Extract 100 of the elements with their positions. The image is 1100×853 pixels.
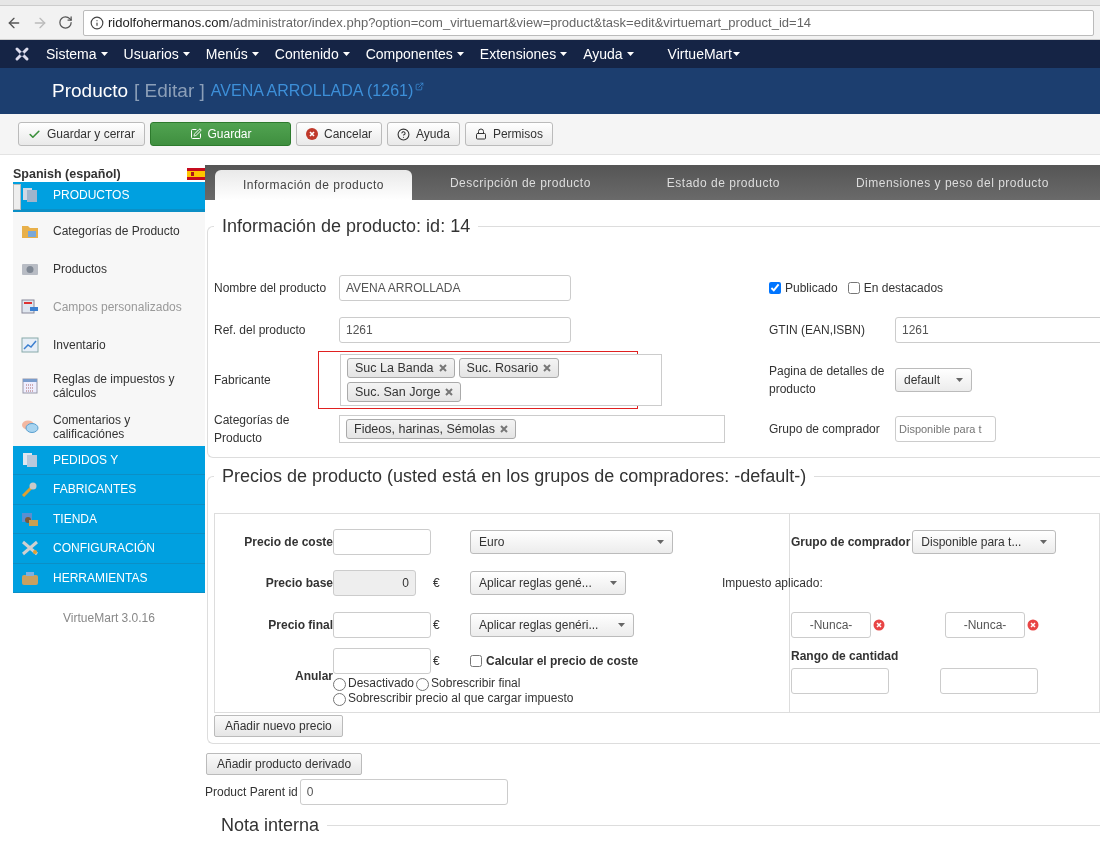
menu-item[interactable]: Usuarios [123,46,190,62]
dropdown[interactable]: Disponible para t... [912,530,1057,554]
date-field[interactable]: -Nunca- [945,612,1025,638]
section-title: Nota interna [221,815,320,836]
caret-icon [956,378,963,382]
field-label: Categorías de Producto [214,412,291,447]
menu-item[interactable]: Ayuda [583,46,634,62]
tag-field[interactable]: Fideos, harinas, Sémolas [339,415,725,443]
page-title: Producto [52,80,129,102]
joomla-logo[interactable] [14,46,30,62]
external-link-icon [415,82,425,91]
toolbox-icon [21,569,39,586]
text-field[interactable] [333,648,431,674]
sidebar-item[interactable]: Inventario [13,325,205,364]
caret-icon [342,52,350,56]
check-icon [28,127,41,141]
page-action: [ Editar ] [134,80,205,102]
clear-icon[interactable] [1027,619,1039,631]
shop-icon [21,510,39,527]
text-field[interactable] [333,612,431,638]
tab[interactable]: Información de producto [215,170,412,200]
field-label: Ref. del producto [214,322,307,339]
tab[interactable]: Descripción de producto [411,165,629,200]
currency-sign: € [433,617,441,634]
dropdown[interactable]: Aplicar reglas gené... [470,571,626,595]
form-icon [21,298,39,315]
add-derived-button[interactable]: Añadir producto derivado [206,753,363,775]
remove-icon[interactable] [543,364,552,372]
field-label: Pagina de detalles de producto [769,363,886,398]
radio-button[interactable] [416,678,430,691]
remove-icon[interactable] [500,425,509,433]
toolbar-button[interactable]: Cancelar [296,122,383,146]
tab[interactable]: Estado de producto [628,165,818,200]
checkbox[interactable] [769,282,781,294]
sidebar-item[interactable]: Comentarios y calificaciónes [13,407,205,446]
dropdown[interactable]: Euro [470,530,673,554]
text-field[interactable]: 1261 [339,317,571,343]
toolbar-button[interactable]: Ayuda [387,122,460,146]
text-field[interactable]: 0 [299,779,508,805]
section-title: Información de producto: id: 14 [221,216,472,237]
sidebar-item[interactable]: Categorías de Producto [13,211,205,250]
radio-button[interactable] [333,693,346,706]
caret-icon [100,52,108,56]
menu-item[interactable]: VirtueMart [667,46,740,62]
section-title: Precios de producto (usted está en los grupos de compradores: -default-) [221,466,808,487]
documents-icon [21,451,39,468]
toolbar-button[interactable]: Guardar y cerrar [18,122,146,146]
checkbox[interactable] [470,655,482,667]
sidebar-item[interactable]: Productos [13,249,205,288]
reload-icon[interactable] [58,15,73,30]
radio-button[interactable] [333,678,346,691]
text-field[interactable] [333,529,431,555]
toolbar-button[interactable]: Permisos [464,122,553,146]
text-field[interactable] [791,668,889,694]
menu-item[interactable]: Extensiones [479,46,568,62]
toolbar-button[interactable]: Guardar [150,122,292,146]
caret-icon [657,540,664,544]
tag-label: Fideos, harinas, Sémolas [354,422,496,436]
collapse-handle[interactable] [13,184,21,210]
currency-sign: € [433,653,441,670]
field-label: Precio final [268,618,333,632]
lock-icon [474,128,487,140]
calendar-icon [21,377,39,394]
info-icon [90,15,104,30]
dropdown[interactable]: Aplicar reglas genéri... [470,613,634,637]
remove-icon[interactable] [445,388,454,396]
sidebar-item[interactable]: Reglas de impuestos y cálculos [13,363,205,408]
caret-icon [182,52,190,56]
menu-item[interactable]: Contenido [274,46,350,62]
flag-icon [187,167,205,180]
menu-item[interactable]: Menús [205,46,259,62]
checkbox[interactable] [847,282,860,294]
text-field[interactable] [940,668,1038,694]
tag-label: Suc. Rosario [466,361,539,375]
field-label: Fabricante [214,372,272,389]
tag-label: Suc La Banda [355,361,434,375]
dropdown[interactable]: default [895,368,972,392]
caret-icon [1040,540,1048,544]
menu-item[interactable]: Componentes [365,46,464,62]
text-field[interactable]: 1261 [895,317,1100,343]
language-label: Spanish (español) [13,166,121,181]
remove-icon[interactable] [438,364,447,372]
tab[interactable]: Dimensiones y peso del producto [817,165,1087,200]
text-field[interactable]: Disponible para t [895,416,996,442]
field-label: Impuesto aplicado: [721,575,823,592]
documents-icon [21,187,39,204]
checkbox-label: Calcular el precio de coste [486,654,639,668]
add-price-button[interactable]: Añadir nuevo precio [214,715,343,737]
text-field[interactable]: AVENA ARROLLADA [339,275,571,301]
address-bar[interactable]: ridolfohermanos.com/administrator/index.php?option=com_virtuemart&view=product&task=edit&virtuemart_product_id=14 [83,9,1094,36]
help-icon [397,127,411,141]
cancel-icon [306,128,319,140]
radio-label: Desactivado [348,676,415,691]
menu-item[interactable]: Sistema [46,46,108,62]
caret-icon [456,52,464,56]
clear-icon[interactable] [873,619,885,631]
tag-field[interactable]: Suc La Banda Suc. Rosario Suc. San Jorge [340,354,662,406]
caret-icon [251,52,259,56]
date-field[interactable]: -Nunca- [791,612,871,638]
caret-icon [610,581,617,585]
